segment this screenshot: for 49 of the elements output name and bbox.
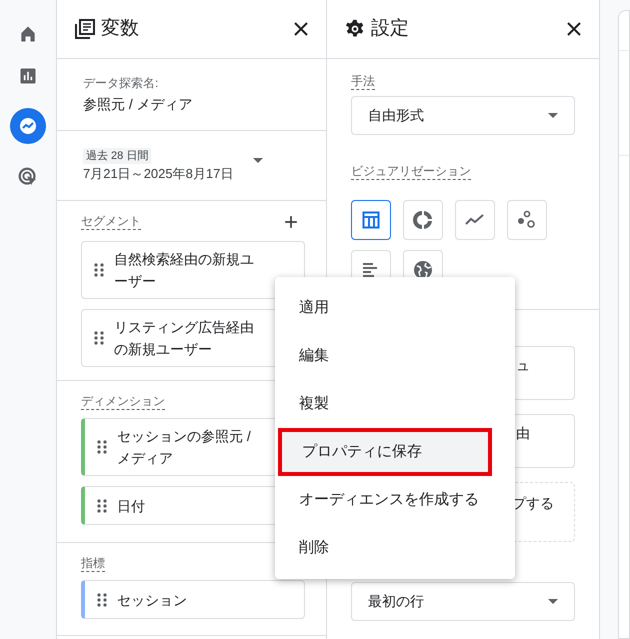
table-chart-button[interactable] [351, 200, 391, 240]
chip-label: 日付 [117, 496, 146, 516]
bar-chart-icon[interactable] [18, 66, 38, 86]
add-button[interactable]: + [280, 213, 302, 233]
dropdown-value: 最初の行 [368, 592, 424, 611]
menu-item[interactable]: プロパティに保存 [278, 428, 492, 476]
section-label: 指標 [81, 555, 105, 572]
date-badge: 過去 28 日間 [83, 148, 152, 164]
menu-item[interactable]: 削除 [275, 524, 515, 572]
card-text: ュ [516, 356, 530, 375]
dropdown-caret-icon [548, 599, 558, 604]
chip-label: セッション [117, 590, 188, 610]
card-text: 由 [516, 424, 530, 443]
date-range: 7月21日～2025年8月17日 [83, 165, 234, 183]
panel-title: 設定 [371, 16, 410, 41]
dropdown-caret-icon[interactable] [253, 158, 264, 163]
settings-icon [345, 19, 365, 39]
field-label: データ探索名: [83, 75, 160, 92]
scatter-chart-icon [517, 210, 537, 230]
section-label: ディメンション [81, 393, 165, 410]
table-chart-icon [362, 211, 380, 229]
cursor-target-icon[interactable] [17, 166, 39, 188]
panel-title: 変数 [101, 16, 140, 41]
close-button[interactable] [565, 20, 583, 38]
chip-label: 自然検索経由の新規ユーザー [114, 250, 255, 291]
drag-handle-icon[interactable] [97, 440, 107, 454]
section-label: ビジュアリゼーション [351, 163, 471, 180]
exploration-name: 参照元 / メディア [83, 95, 194, 114]
drag-handle-icon[interactable] [94, 331, 104, 345]
drag-handle-icon[interactable] [97, 592, 107, 606]
close-button[interactable] [292, 20, 310, 38]
dropdown-caret-icon [548, 113, 558, 118]
dropdown-field[interactable]: 自由形式 [351, 96, 575, 135]
dropdown-field[interactable]: 最初の行 [351, 582, 575, 621]
document-icon [75, 19, 95, 39]
drag-handle-icon[interactable] [94, 263, 104, 277]
chip-label: セッションの参照元 / メディア [117, 427, 252, 468]
donut-chart-icon [413, 210, 433, 230]
donut-chart-button[interactable] [403, 200, 443, 240]
scatter-chart-button[interactable] [507, 200, 547, 240]
line-chart-button[interactable] [455, 200, 495, 240]
line-chart-icon [465, 214, 485, 226]
section-label: 手法 [351, 73, 375, 90]
section-label: セグメント [81, 213, 141, 230]
chip-label: リスティング広告経由の新規ユーザー [114, 318, 255, 359]
dropdown-value: 自由形式 [368, 106, 424, 125]
explore-icon[interactable] [10, 108, 46, 144]
bar-chart-icon [363, 263, 379, 277]
drag-handle-icon[interactable] [97, 498, 107, 512]
